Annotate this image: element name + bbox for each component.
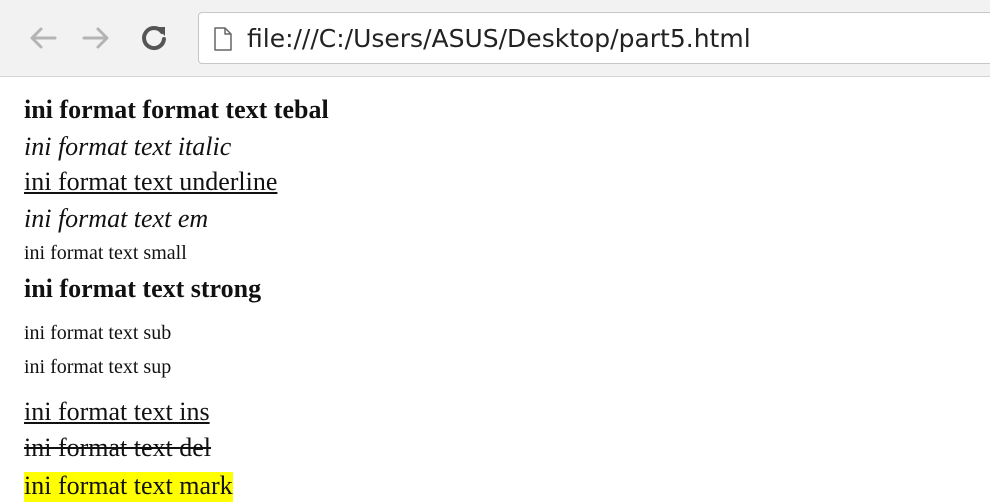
- sup-text: ini format text sup: [24, 356, 172, 378]
- strong-text: ini format text strong: [24, 274, 262, 303]
- sub-text: ini format text sub: [24, 322, 172, 344]
- ins-text: ini format text ins: [24, 397, 210, 426]
- underline-text: ini format text underline: [24, 167, 278, 196]
- small-text: ini format text small: [24, 242, 187, 264]
- del-text: ini format text del: [24, 433, 212, 462]
- italic-text: ini format text italic: [24, 132, 232, 161]
- reload-icon: [142, 26, 166, 51]
- back-button[interactable]: [26, 20, 60, 56]
- arrow-left-icon: [30, 27, 57, 49]
- forward-button[interactable]: [79, 20, 113, 56]
- em-text: ini format text em: [24, 204, 209, 233]
- arrow-right-icon: [82, 27, 109, 49]
- page-icon: [214, 27, 232, 51]
- browser-toolbar: file:///C:/Users/ASUS/Desktop/part5.html: [0, 0, 990, 77]
- bold-text: ini format format text tebal: [24, 95, 329, 124]
- url-text: file:///C:/Users/ASUS/Desktop/part5.html: [247, 24, 751, 53]
- mark-text: ini format text mark: [24, 471, 233, 502]
- reload-button[interactable]: [137, 20, 171, 56]
- address-bar[interactable]: file:///C:/Users/ASUS/Desktop/part5.html: [198, 12, 990, 64]
